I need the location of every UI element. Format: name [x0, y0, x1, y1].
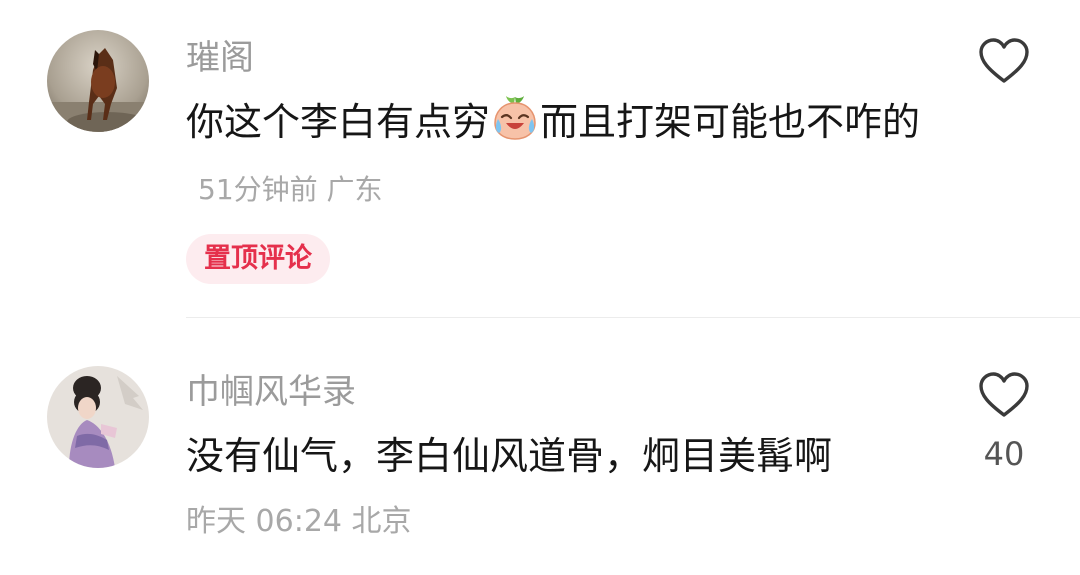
- comment-meta: 昨天 06:24 北京: [186, 504, 412, 540]
- heart-outline-icon: [979, 38, 1029, 83]
- crying-laughing-peach-emoji-icon: [492, 95, 538, 141]
- username[interactable]: 璀阁: [186, 38, 254, 78]
- comment-location: 北京: [351, 504, 412, 539]
- comment-text: 没有仙气，李白仙风道骨，炯目美髯啊: [186, 434, 833, 478]
- like-button[interactable]: [978, 38, 1030, 84]
- like-count: 40: [983, 435, 1025, 473]
- user-avatar[interactable]: [47, 366, 149, 468]
- pinned-comment-badge: 置顶评论: [186, 234, 330, 284]
- comment-meta: 51分钟前 广东: [198, 173, 383, 206]
- comment-time: 51分钟前: [198, 173, 318, 206]
- username[interactable]: 巾帼风华录: [186, 372, 356, 412]
- heart-outline-icon: [979, 372, 1029, 417]
- like-button[interactable]: [978, 372, 1030, 418]
- ancient-lady-avatar-image: [47, 366, 149, 468]
- comment-location: 广东: [326, 173, 383, 206]
- comment-text: 你这个李白有点穷 而且打架可能也不咋的 51分钟前 广东: [186, 90, 926, 222]
- comment-time: 昨天 06:24: [186, 504, 342, 539]
- comment-text-part: 而且打架可能也不咋的: [540, 100, 921, 144]
- comment-item[interactable]: 璀阁 你这个李白有点穷 而且打架可能也不咋的 51分钟前 广东 置顶评论: [0, 0, 1080, 318]
- horse-avatar-image: [47, 30, 149, 132]
- user-avatar[interactable]: [47, 30, 149, 132]
- comment-item[interactable]: 巾帼风华录 40 没有仙气，李白仙风道骨，炯目美髯啊 昨天 06:24 北京: [0, 318, 1080, 575]
- comment-text-part: 你这个李白有点穷: [186, 100, 491, 144]
